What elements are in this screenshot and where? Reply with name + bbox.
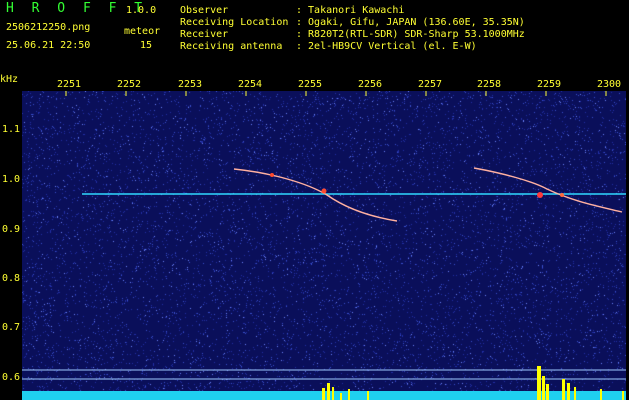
info-value-receiver: : R820T2(RTL-SDR) SDR-Sharp 53.1000MHz (296, 29, 525, 40)
histogram-bar (562, 379, 565, 400)
meteor-trail (473, 167, 623, 213)
meteor-trail (233, 168, 398, 222)
x-tick-label: 2256 (358, 79, 383, 90)
meteor-head (537, 192, 543, 198)
spectrogram-panel (22, 91, 626, 400)
y-tick-label: 0.8 (2, 273, 21, 284)
info-label-observer: Observer (180, 5, 229, 16)
histogram-bar (537, 366, 541, 400)
meteor-count: 15 (140, 40, 153, 51)
y-tick-label: 1.0 (2, 174, 21, 185)
x-tick-label: 2257 (418, 79, 443, 90)
meteor-head (321, 188, 327, 194)
info-label-receiver: Receiver (180, 29, 229, 40)
spectrogram-overlay (22, 91, 626, 400)
x-tick-label: 2255 (298, 79, 323, 90)
histogram-bar (322, 388, 325, 400)
histogram-bar (574, 387, 576, 400)
histogram-bar (567, 383, 570, 400)
meteor-head (270, 173, 274, 177)
x-tick-label: 2259 (537, 79, 562, 90)
info-value-location: : Ogaki, Gifu, JAPAN (136.60E, 35.35N) (296, 17, 525, 28)
info-label-antenna: Receiving antenna (180, 41, 283, 52)
observation-datetime: 25.06.21 22:50 (6, 40, 91, 51)
x-tick-label: 2258 (477, 79, 502, 90)
info-value-antenna: : 2el-HB9CV Vertical (el. E-W) (296, 41, 477, 52)
histogram-bar (542, 376, 545, 400)
x-tick-label: 2254 (238, 79, 263, 90)
image-filename: 2506212250.png (6, 22, 91, 33)
y-tick-label: 1.1 (2, 124, 21, 135)
header-panel: H R O F F T 1.0.0 2506212250.png 25.06.2… (0, 0, 629, 72)
meteor-head (560, 193, 564, 197)
histogram-bar (348, 389, 350, 400)
histogram-bar (340, 393, 342, 400)
x-tick-label: 2252 (117, 79, 142, 90)
histogram-bar (327, 383, 330, 400)
x-tick-label: 2300 (597, 79, 622, 90)
info-value-observer: : Takanori Kawachi (296, 5, 405, 16)
y-axis-unit: kHz (0, 74, 19, 85)
histogram-bar (622, 391, 624, 400)
x-tick-label: 2253 (178, 79, 203, 90)
histogram-bar (332, 387, 334, 400)
meteor-label: meteor (124, 26, 161, 37)
y-tick-label: 0.9 (2, 224, 21, 235)
histogram-bar (546, 384, 549, 400)
info-label-location: Receiving Location (180, 17, 289, 28)
y-tick-label: 0.6 (2, 372, 21, 383)
app-version: 1.0.0 (126, 5, 157, 16)
histogram-bar (600, 389, 602, 400)
x-tick-label: 2251 (57, 79, 82, 90)
y-tick-label: 0.7 (2, 322, 21, 333)
histogram-bar (367, 391, 369, 400)
